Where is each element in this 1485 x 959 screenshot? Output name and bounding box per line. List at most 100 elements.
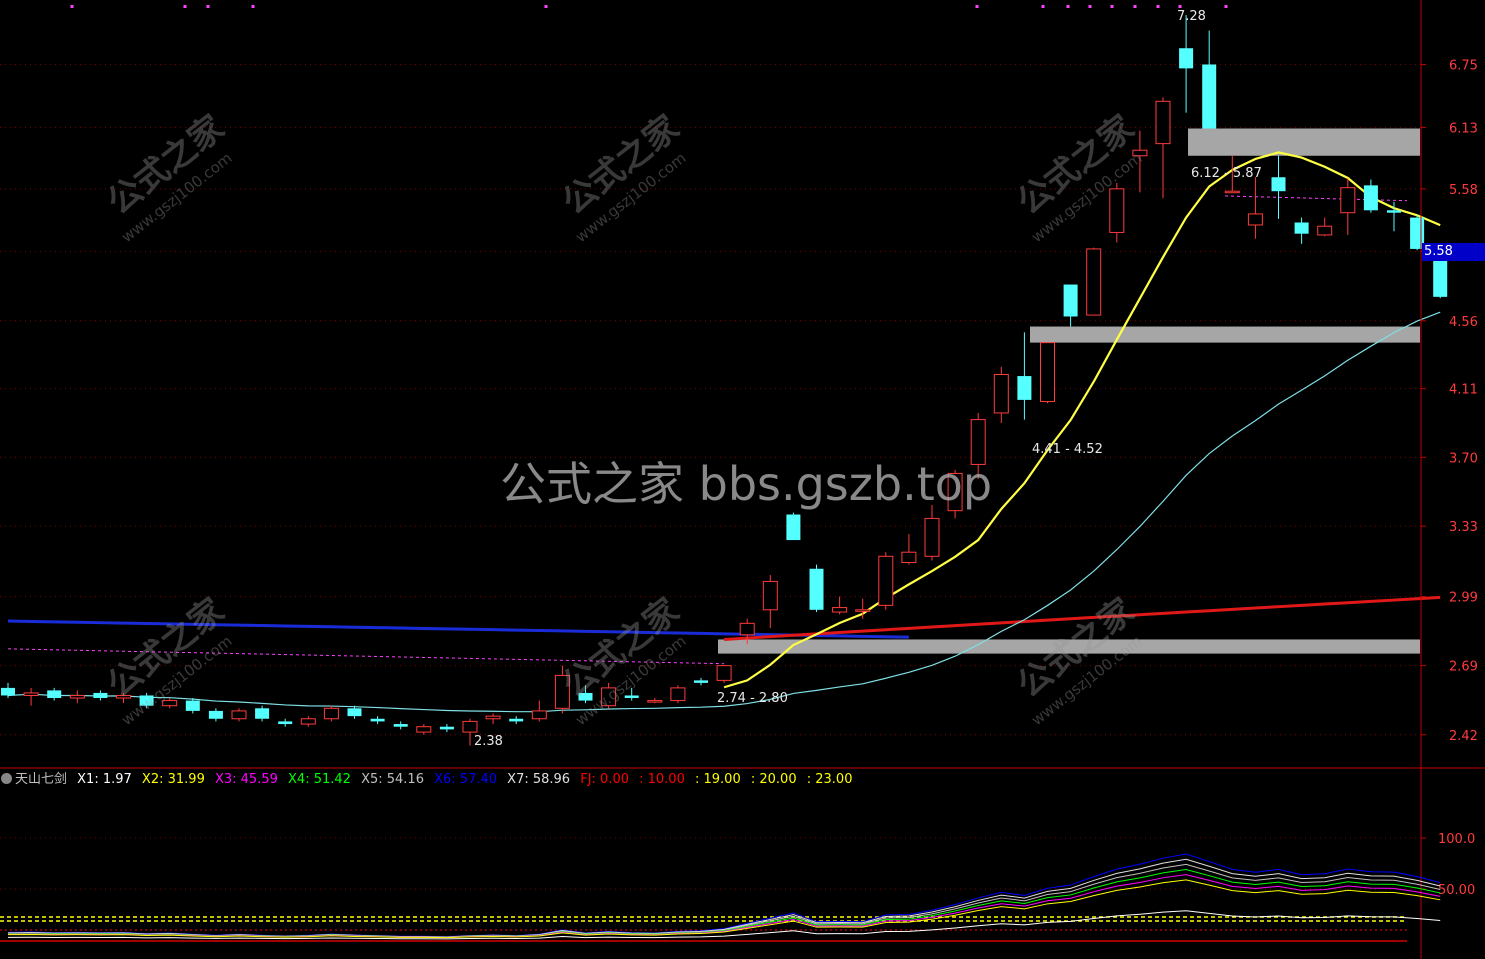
high-label: 7.28 (1177, 9, 1206, 24)
candle-up (300, 718, 316, 725)
candle-up (601, 687, 617, 707)
candle-down (1387, 210, 1401, 213)
current-price-tag: 5.58 (1422, 243, 1485, 261)
candle-up (23, 692, 39, 696)
indicator-panel: 100.0 50.00 (0, 832, 1475, 942)
axis-tick-label: 3.33 (1449, 520, 1478, 535)
candle-up (1086, 248, 1102, 316)
candle-down (578, 692, 593, 701)
legend-item: X7: 58.96 (503, 772, 571, 787)
candle-up (762, 580, 778, 611)
candle-up (832, 607, 848, 613)
candle-down (347, 708, 362, 717)
axis-tick-label: 2.42 (1449, 729, 1478, 744)
signal-dot (1178, 5, 1182, 8)
candle-down (208, 710, 223, 719)
candle-down (1179, 48, 1194, 69)
indicator-series-line (7, 858, 1441, 938)
indicator-name: 天山七剑 (15, 772, 68, 787)
candle-up (855, 609, 871, 612)
ma-magenta-line (7, 648, 725, 665)
candle-up (716, 665, 732, 681)
indicator-series-line (7, 874, 1441, 938)
axis-tick-label: 6.75 (1449, 58, 1478, 73)
legend-item: : 10.00 (634, 772, 685, 787)
candle-down (93, 692, 108, 699)
candle-up (231, 710, 247, 720)
signal-dot (70, 5, 74, 8)
ma-magenta-line-right (1224, 195, 1408, 202)
signal-dot (1110, 5, 1114, 8)
signal-dot (251, 5, 255, 8)
legend-collapse-icon[interactable] (1, 773, 12, 784)
axis-tick-label: 3.70 (1449, 451, 1478, 466)
zone-low-label: 2.74 - 2.80 (717, 691, 788, 706)
candle-down (370, 718, 385, 722)
indicator-series-line (7, 869, 1441, 938)
candle-down (509, 718, 524, 722)
indicator-legend: 天山七剑 X1: 1.97 X2: 31.99 X3: 45.59 X4: 51… (0, 770, 864, 790)
indicator-tick-label: 50.00 (1438, 883, 1475, 898)
indicator-series-line (7, 853, 1441, 938)
chart-annotations: 7.28 2.38 6.12 - 5.87 4.41 - 4.52 2.74 -… (474, 9, 1262, 749)
candle-down (1, 687, 15, 696)
candle-down (1063, 284, 1078, 317)
candle-up (647, 700, 663, 703)
candle-up (1247, 213, 1263, 226)
candle-up (1109, 188, 1125, 233)
zone-top-label: 6.12 - 5.87 (1191, 166, 1262, 181)
candle-up (416, 726, 432, 733)
candle-down (1017, 376, 1032, 400)
legend-item: X2: 31.99 (137, 772, 205, 787)
candle-up (901, 551, 917, 563)
signal-dot (1088, 5, 1092, 8)
candle-down (185, 700, 200, 711)
candle-down (439, 726, 454, 730)
candle-down (1433, 260, 1448, 297)
candle-up (1340, 187, 1356, 214)
candle-up (69, 694, 85, 699)
candle-up (739, 622, 755, 636)
indicator-series-line (7, 863, 1441, 938)
candle-down (1363, 185, 1378, 211)
candle-up (531, 710, 547, 720)
signal-dot (975, 5, 979, 8)
signal-dot (1156, 5, 1160, 8)
candle-down (139, 695, 154, 706)
candle-down (624, 695, 639, 699)
candle-up (462, 720, 478, 733)
axis-tick-label: 2.99 (1449, 591, 1478, 606)
candle-down (1294, 222, 1309, 234)
candle-up (116, 694, 131, 699)
moving-average-lines (7, 151, 1441, 713)
price-zone (1188, 128, 1420, 156)
candle-down (393, 724, 408, 727)
legend-item: : 19.00 (690, 772, 741, 787)
legend-item: X1: 1.97 (73, 772, 132, 787)
candle-up (1132, 149, 1148, 157)
axis-tick-label: 6.13 (1449, 121, 1478, 136)
indicator-tick-label: 100.0 (1438, 832, 1475, 847)
signal-dot (206, 5, 210, 8)
candle-up (1224, 190, 1240, 194)
legend-item: : 23.00 (802, 772, 853, 787)
price-zone (1030, 326, 1420, 343)
candle-down (1202, 64, 1217, 129)
candle-up (878, 555, 894, 606)
candle-up (924, 517, 940, 557)
legend-item: X6: 57.40 (429, 772, 498, 787)
axis-tick-label: 4.11 (1449, 383, 1478, 398)
candle-down (47, 690, 62, 699)
ma-yellow-line (723, 151, 1441, 689)
candle-down (809, 568, 824, 610)
candle-up (1040, 342, 1055, 403)
axis-tick-label: 5.58 (1449, 183, 1478, 198)
candle-up (1317, 225, 1333, 236)
signal-dot (1224, 5, 1228, 8)
candle-up (554, 674, 570, 709)
candle-up (670, 687, 686, 702)
signal-dot (183, 5, 187, 8)
signal-dot (1066, 5, 1070, 8)
legend-item: X3: 45.59 (210, 772, 278, 787)
price-zone (718, 639, 1420, 654)
